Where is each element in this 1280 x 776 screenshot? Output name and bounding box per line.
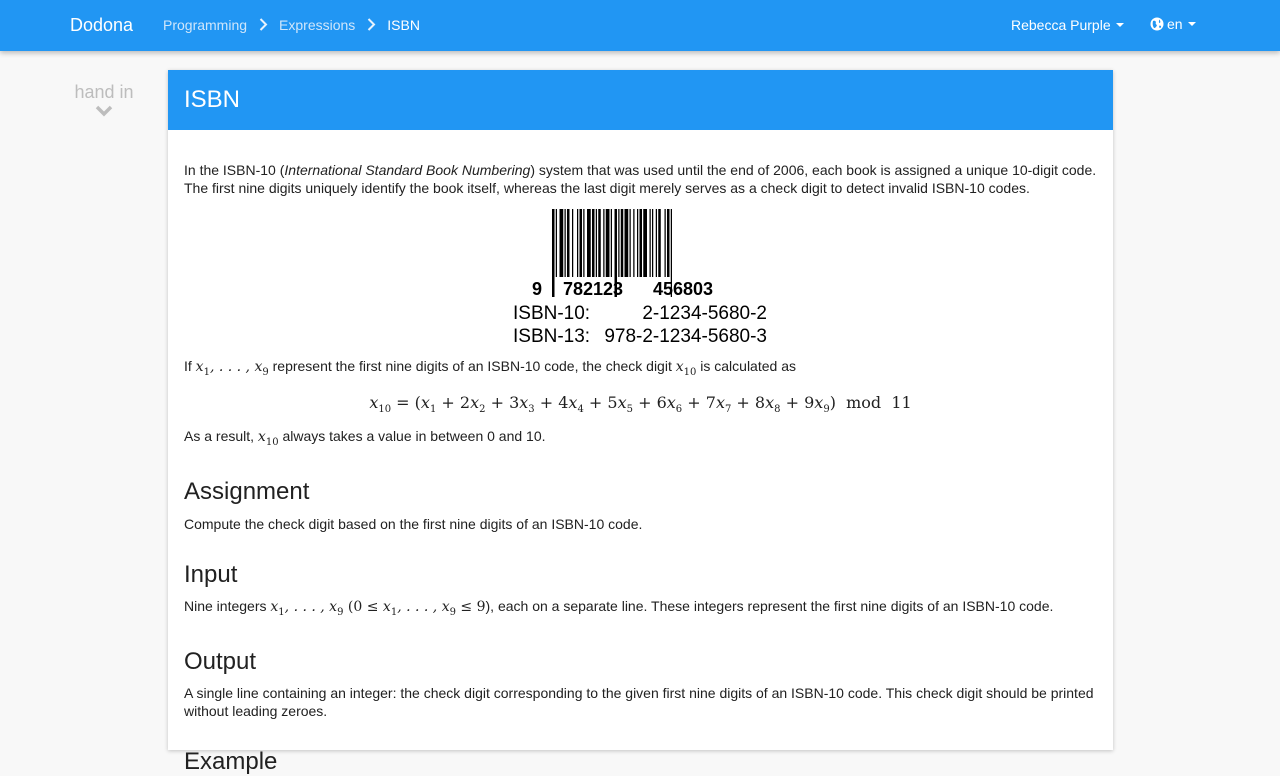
check-digit-formula: x10 = (x1 + 2x2 + 3x3 + 4x4 + 5x5 + 6x6 …: [369, 392, 912, 415]
barcode-bar: [617, 209, 619, 277]
isbn10-value: 2-1234-5680-2: [642, 303, 767, 324]
breadcrumb: Programming Expressions ISBN: [163, 17, 420, 33]
language-label: en: [1167, 16, 1183, 32]
input-paragraph: Nine integers x1, . . . , x9 (0 ≤ x1, . …: [184, 597, 1097, 622]
top-navbar: Dodona Programming Expressions ISBN Rebe…: [0, 0, 1280, 51]
barcode-bar: [559, 209, 563, 277]
text-represent: represent the first nine digits of an IS…: [272, 358, 672, 374]
output-text: A single line containing an integer: the…: [184, 684, 1094, 719]
barcode-bar: [624, 209, 628, 277]
text-result-range: always takes a value in between 0 and 10…: [282, 427, 546, 444]
intro-text: In the ISBN-10 (: [184, 162, 285, 178]
math-input-constraint: x1, . . . , x9 (0 ≤ x1, . . . , x9 ≤ 9: [270, 598, 486, 618]
barcode-bar: [591, 209, 594, 277]
text-nine-integers: Nine integers: [184, 597, 267, 614]
text-calculated: is calculated as: [700, 358, 796, 374]
chevron-right-icon: [247, 17, 279, 33]
barcode-bar: [620, 209, 623, 277]
math-x1-x9: x1, . . . , x9: [195, 359, 269, 378]
barcode-bar: [666, 209, 669, 277]
breadcrumb-isbn: ISBN: [387, 17, 420, 33]
language-dropdown[interactable]: en: [1150, 16, 1196, 32]
isbn13-label: ISBN-13:: [513, 326, 590, 345]
barcode-left-digit: 9: [531, 279, 541, 299]
barcode-bar: [571, 209, 573, 277]
isbn-barcode-image: 9 782123 456803 ISBN-10: 2-1234-5680-2 I…: [184, 209, 1097, 349]
result-paragraph: As a result, x10 always takes a value in…: [184, 427, 1097, 452]
barcode-bar: [642, 209, 647, 277]
example-heading: Example: [184, 747, 278, 775]
barcode-graphic: 9 782123 456803 ISBN-10: 2-1234-5680-2 I…: [513, 209, 767, 345]
hand-in-toggle[interactable]: hand in: [60, 82, 148, 117]
barcode-bar: [655, 209, 657, 277]
exercise-card: ISBN In the ISBN-10 (International Stand…: [168, 70, 1113, 775]
barcode-bar: [582, 209, 584, 277]
barcode-bar: [566, 209, 569, 277]
barcode-bar: [651, 209, 653, 277]
breadcrumb-expressions[interactable]: Expressions: [279, 17, 355, 33]
barcode-bar: [657, 209, 661, 277]
barcode-group-1: 782123: [562, 279, 622, 299]
intro-paragraph: In the ISBN-10 (International Standard B…: [184, 161, 1097, 197]
barcode-bar: [564, 209, 566, 277]
barcode-bar: [649, 209, 651, 277]
user-menu-dropdown[interactable]: Rebecca Purple: [1011, 17, 1124, 33]
intro-italic: International Standard Book Numbering: [284, 162, 531, 178]
chevron-down-icon: [95, 105, 113, 117]
caret-down-icon: [1187, 22, 1196, 26]
chevron-right-icon: [355, 17, 387, 33]
hand-in-label: hand in: [74, 82, 134, 102]
output-heading: Output: [184, 647, 257, 675]
barcode-bar: [632, 209, 634, 277]
exercise-title: ISBN: [168, 70, 1113, 130]
barcode-bar: [610, 209, 612, 277]
barcode-bar: [576, 209, 578, 277]
barcode-bar: [629, 209, 631, 277]
barcode-bar: [605, 209, 609, 277]
assignment-text: Compute the check digit based on the fir…: [184, 515, 643, 532]
caret-down-icon: [1115, 23, 1124, 27]
math-x10: x10: [675, 359, 697, 378]
barcode-bar: [639, 209, 642, 277]
math-x10: x10: [257, 428, 279, 448]
text-input-description: ), each on a separate line. These intege…: [485, 597, 1054, 614]
barcode-bar: [595, 209, 597, 277]
assignment-heading: Assignment: [184, 477, 310, 505]
check-digit-paragraph: If x1, . . . , x9 represent the first ni…: [184, 357, 1097, 382]
barcode-bar: [555, 209, 557, 277]
exercise-description: In the ISBN-10 (International Standard B…: [168, 130, 1113, 776]
barcode-group-2: 456803: [652, 279, 712, 299]
breadcrumb-programming[interactable]: Programming: [163, 17, 247, 33]
user-name: Rebecca Purple: [1011, 17, 1111, 33]
text-as-result: As a result,: [184, 427, 255, 444]
text-if: If: [184, 358, 192, 374]
barcode-bar: [597, 209, 601, 277]
barcode-bar: [551, 209, 554, 297]
barcode-bar: [579, 209, 582, 277]
barcode-bar: [664, 209, 666, 277]
barcode-bar: [636, 209, 638, 277]
barcode-bar: [586, 209, 591, 277]
isbn13-value: 978-2-1234-5680-3: [604, 326, 767, 345]
input-heading: Input: [184, 560, 238, 588]
isbn10-label: ISBN-10:: [513, 303, 590, 324]
barcode-bar: [602, 209, 604, 277]
globe-icon: [1150, 17, 1164, 31]
brand-link[interactable]: Dodona: [70, 15, 133, 36]
